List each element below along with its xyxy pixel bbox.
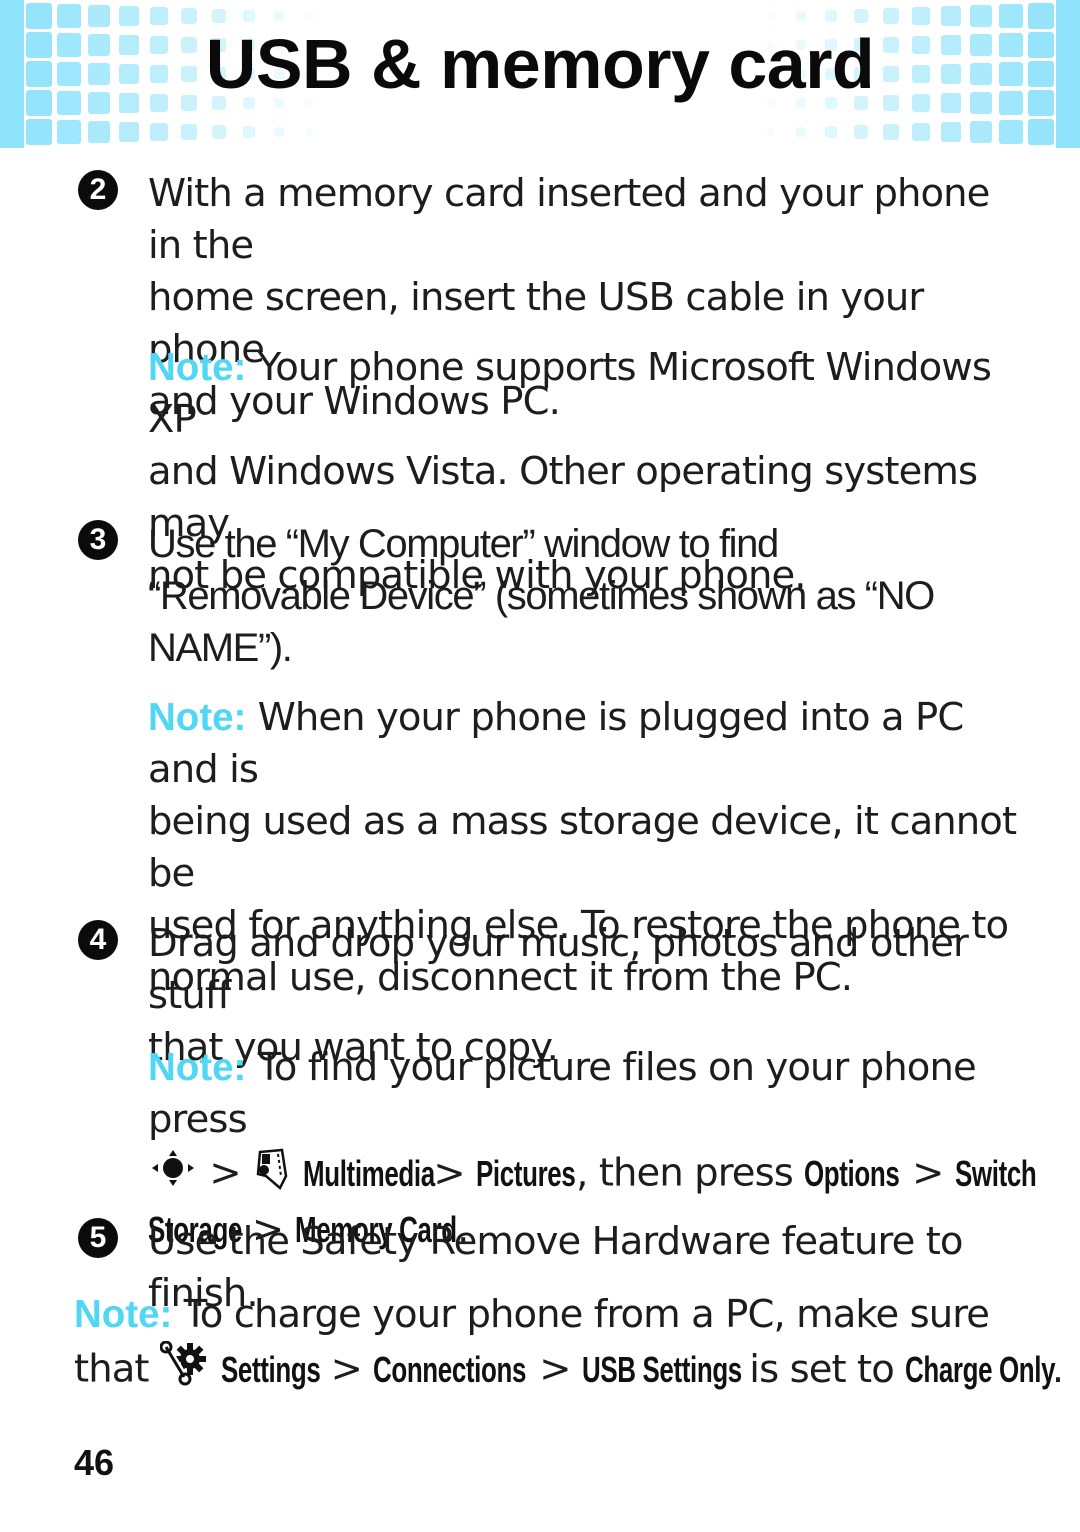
- header-pattern-square: [243, 10, 255, 22]
- header-pattern-square: [243, 126, 255, 138]
- header-pattern-square: [181, 124, 197, 140]
- step-3-text: Use the “My Computer” window to find “Re…: [148, 518, 1018, 674]
- header-pattern-square: [912, 123, 930, 141]
- menu-settings: Settings: [221, 1348, 321, 1390]
- menu-charge-only: Charge Only: [905, 1348, 1056, 1390]
- step-3-line: Use the “My Computer” window to find: [148, 522, 779, 566]
- page-title: USB & memory card: [205, 25, 875, 103]
- header-pattern-square: [212, 9, 226, 23]
- page-number: 46: [74, 1442, 115, 1483]
- header-pattern-square: [825, 126, 837, 138]
- step-2-line: With a memory card inserted and your pho…: [148, 171, 990, 268]
- step-4-line: Drag and drop your music, photos and oth…: [148, 921, 969, 1018]
- note-text: is set to: [737, 1346, 906, 1392]
- header-pattern-square: [767, 128, 775, 136]
- header-pattern-square: [854, 125, 868, 139]
- header-pattern-square: [825, 10, 837, 22]
- header-pattern-square: [796, 11, 806, 21]
- header-pattern-square: [119, 122, 139, 142]
- menu-multimedia: Multimedia: [303, 1152, 436, 1194]
- header-pattern-square: [57, 120, 81, 144]
- menu-separator: >: [330, 1346, 363, 1392]
- note-text: then press: [587, 1150, 805, 1196]
- note-text: that: [74, 1346, 149, 1392]
- header-pattern-square: [305, 128, 313, 136]
- step-number-3: 3: [78, 520, 118, 560]
- step-number-2: 2: [78, 170, 118, 210]
- multimedia-filmstrip-icon: [252, 1146, 292, 1204]
- header-pattern-square: [150, 123, 168, 141]
- header-pattern-square: [767, 12, 775, 20]
- note-text: To find your picture files on your phone…: [148, 1045, 977, 1142]
- step-number-5: 5: [78, 1218, 118, 1258]
- note-label: Note:: [148, 696, 247, 739]
- step-3-line: NAME”).: [148, 626, 293, 670]
- header-pattern-square: [854, 9, 868, 23]
- header-pattern-square: [1028, 119, 1054, 145]
- note-label: Note:: [148, 1046, 247, 1089]
- header-pattern-square: [305, 12, 313, 20]
- note-text: Your phone supports Microsoft Windows XP: [148, 345, 992, 442]
- header-pattern-square: [274, 11, 284, 21]
- note-text: being used as a mass storage device, it …: [148, 799, 1017, 896]
- menu-separator: >: [912, 1150, 944, 1196]
- header-pattern-square: [88, 121, 110, 143]
- header-pattern-square: [796, 127, 806, 137]
- charging-note: Note: To charge your phone from a PC, ma…: [74, 1289, 1064, 1401]
- menu-switch: Switch: [954, 1152, 1037, 1194]
- header-pattern-square: [970, 121, 992, 143]
- header-pattern-square: [941, 122, 961, 142]
- comma: ,: [576, 1150, 588, 1196]
- note-label: Note:: [148, 346, 247, 389]
- header-pattern-square: [883, 124, 899, 140]
- menu-separator: >: [209, 1150, 241, 1196]
- page-header: USB & memory card: [0, 0, 1080, 148]
- menu-options: Options: [804, 1152, 900, 1194]
- header-pattern-square: [212, 125, 226, 139]
- header-pattern-square: [26, 119, 52, 145]
- note-text: When your phone is plugged into a PC and…: [148, 695, 964, 792]
- header-pattern-square: [274, 127, 284, 137]
- note-text: To charge your phone from a PC, make sur…: [172, 1292, 990, 1337]
- menu-separator: >: [539, 1346, 571, 1392]
- header-pattern-square: [999, 120, 1023, 144]
- step-3-line: “Removable Device” (sometimes shown as “…: [148, 574, 935, 618]
- menu-pictures: Pictures: [476, 1152, 576, 1194]
- menu-separator: >: [433, 1150, 465, 1196]
- nav-key-icon: [148, 1148, 198, 1202]
- step-number-4: 4: [78, 920, 118, 960]
- note-label: Note:: [74, 1293, 173, 1336]
- settings-wrench-gear-icon: [159, 1340, 210, 1401]
- menu-usb-settings: USB Settings: [581, 1348, 742, 1390]
- menu-connections: Connections: [373, 1348, 527, 1390]
